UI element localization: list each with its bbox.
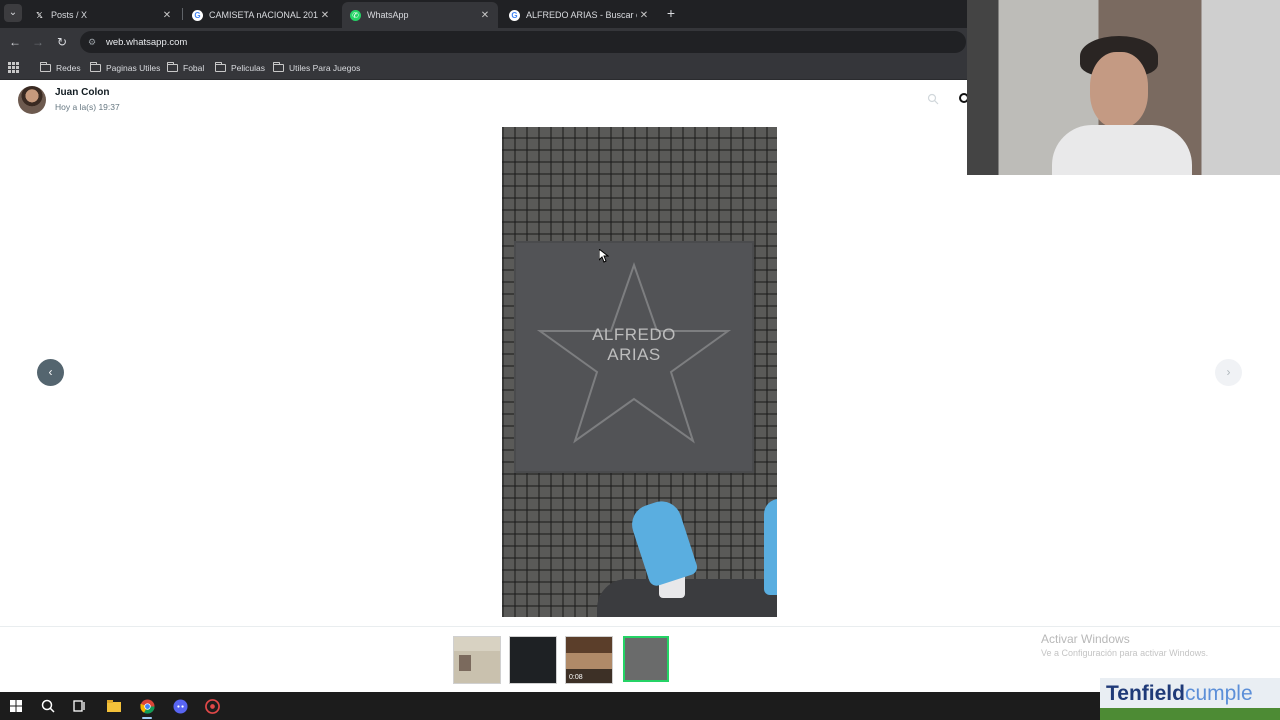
folder-icon [215, 62, 226, 72]
next-media-button[interactable]: › [1215, 359, 1242, 386]
tab-divider [182, 8, 183, 20]
close-icon[interactable]: ✕ [478, 10, 492, 21]
bookmark-utiles-para-juegos[interactable]: Utiles Para Juegos [273, 60, 360, 76]
bookmark-fobal[interactable]: Fobal [167, 60, 204, 76]
bookmark-label: Redes [56, 63, 81, 73]
folder-icon [273, 62, 284, 72]
avatar[interactable] [18, 86, 46, 114]
file-explorer-icon[interactable] [103, 696, 125, 716]
bookmark-label: Utiles Para Juegos [289, 63, 361, 73]
close-icon[interactable]: ✕ [160, 10, 174, 21]
windows-start-icon[interactable] [5, 696, 27, 716]
whatsapp-icon: ✆ [350, 9, 361, 21]
apps-grid-icon[interactable] [8, 62, 19, 73]
bookmark-label: Peliculas [231, 63, 266, 73]
back-arrow-icon[interactable]: ← [6, 33, 24, 51]
forward-arrow-icon[interactable]: → [29, 33, 47, 51]
windows-activation-title: Activar Windows [1041, 632, 1130, 646]
folder-icon [40, 62, 51, 72]
media-photo[interactable]: ALFREDO ARIAS [502, 127, 777, 617]
thumbnail-item[interactable] [509, 636, 557, 684]
bookmark-label: Fobal [183, 63, 205, 73]
tab-whatsapp[interactable]: ✆ WhatsApp ✕ [342, 2, 498, 28]
tenfield-banner: Tenfieldcumple [1100, 678, 1280, 720]
sneaker-shape [626, 496, 700, 588]
thumbnail-item[interactable]: 0:08 [565, 636, 613, 684]
tab-title: WhatsApp [367, 10, 409, 20]
previous-media-button[interactable]: ‹ [37, 359, 64, 386]
sender-name: Juan Colon [55, 87, 110, 98]
tab-title: CAMISETA nACIONAL 2019\ - B [209, 10, 318, 20]
bookmark-redes[interactable]: Redes [40, 60, 81, 76]
tab-search-chevron-icon[interactable]: ⌄ [4, 4, 22, 22]
search-icon[interactable] [37, 696, 59, 716]
pants-shape [597, 579, 777, 617]
address-bar[interactable]: ⚙ web.whatsapp.com [80, 31, 966, 53]
webcam-overlay [967, 0, 1280, 175]
bookmark-label: Paginas Utiles [106, 63, 161, 73]
close-icon[interactable]: ✕ [318, 10, 332, 21]
banner-text: Tenfieldcumple [1106, 682, 1253, 705]
task-view-icon[interactable] [69, 696, 91, 716]
zoom-icon[interactable] [927, 93, 939, 105]
sent-timestamp: Hoy a la(s) 19:37 [55, 102, 120, 112]
windows-activation-subtitle: Ve a Configuración para activar Windows. [1041, 648, 1209, 658]
folder-icon [90, 62, 101, 72]
discord-icon[interactable] [169, 696, 191, 716]
person-torso [1052, 125, 1192, 175]
windows-taskbar [0, 692, 1100, 720]
mouse-cursor-icon [599, 249, 609, 263]
plaque-text: ALFREDO ARIAS [592, 325, 676, 364]
thumbnail-item[interactable] [453, 636, 501, 684]
star-plaque: ALFREDO ARIAS [514, 241, 754, 473]
new-tab-button[interactable]: + [664, 5, 678, 21]
tab-camiseta[interactable]: G CAMISETA nACIONAL 2019\ - B ✕ [184, 2, 338, 28]
tab-title: Posts / X [51, 10, 88, 20]
google-icon: G [509, 9, 520, 21]
site-settings-icon[interactable]: ⚙ [88, 37, 102, 48]
obs-record-icon[interactable] [201, 696, 223, 716]
person-face [1090, 52, 1148, 128]
thumbnail-item-selected[interactable] [623, 636, 669, 682]
bookmark-peliculas[interactable]: Peliculas [215, 60, 265, 76]
x-icon: 𝕏 [36, 10, 43, 20]
reload-icon[interactable]: ↻ [53, 33, 71, 51]
video-duration: 0:08 [569, 674, 583, 681]
chrome-icon[interactable] [136, 696, 158, 719]
tab-title: ALFREDO ARIAS - Buscar con G [526, 10, 637, 20]
bookmark-paginas-utiles[interactable]: Paginas Utiles [90, 60, 160, 76]
url-text: web.whatsapp.com [106, 36, 188, 48]
folder-icon [167, 62, 178, 72]
sneaker-shape [764, 499, 777, 595]
google-icon: G [192, 9, 203, 21]
tab-x-posts[interactable]: 𝕏 Posts / X ✕ [26, 2, 180, 28]
tab-alfredo-arias[interactable]: G ALFREDO ARIAS - Buscar con G ✕ [501, 2, 657, 28]
close-icon[interactable]: ✕ [637, 10, 651, 21]
